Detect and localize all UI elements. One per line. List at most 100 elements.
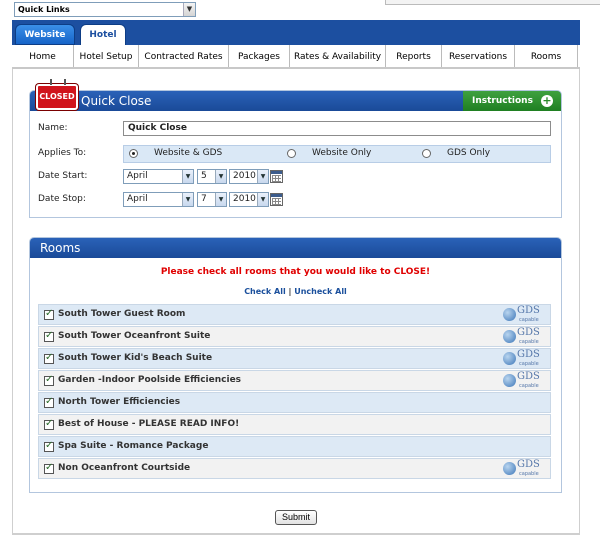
radio-website-gds[interactable] (129, 149, 138, 158)
calendar-icon[interactable] (270, 193, 283, 206)
date-start-year-select[interactable]: 2010 ▼ (229, 169, 269, 184)
room-checkbox[interactable] (44, 396, 54, 408)
calendar-icon-grid (272, 175, 281, 182)
gds-text: GDS (517, 327, 540, 338)
closed-sign-icon: CLOSED (36, 79, 78, 110)
tab-hotel[interactable]: Hotel (80, 24, 126, 45)
plus-icon: + (541, 94, 553, 107)
chevron-down-icon: ▼ (182, 170, 193, 183)
quick-close-panel: CLOSED Quick Close Instructions + Name: … (29, 79, 562, 218)
date-stop-label: Date Stop: (38, 194, 86, 204)
gds-text: GDS (517, 349, 540, 360)
gds-subtext: capable (519, 383, 539, 389)
nav-home[interactable]: Home (12, 45, 74, 67)
nav-hotel-setup[interactable]: Hotel Setup (74, 45, 139, 67)
date-start-label: Date Start: (38, 171, 88, 181)
instructions-button[interactable]: Instructions + (463, 91, 561, 111)
nav-packages[interactable]: Packages (229, 45, 290, 67)
gds-capable-icon: GDS capable (503, 459, 547, 478)
uncheck-all-link[interactable]: Uncheck All (294, 287, 347, 296)
globe-icon (503, 352, 516, 365)
quick-links-select[interactable]: Quick Links ▼ (14, 2, 196, 17)
name-input[interactable]: Quick Close (123, 121, 551, 136)
nav-contracted-rates[interactable]: Contracted Rates (139, 45, 229, 67)
room-row: North Tower Efficiencies (38, 392, 551, 413)
room-checkbox[interactable] (44, 440, 54, 452)
content-left-border (12, 69, 13, 535)
calendar-icon-grid (272, 198, 281, 205)
chevron-down-icon: ▼ (257, 193, 268, 206)
room-label: Non Oceanfront Courtside (58, 463, 191, 473)
quick-links-value: Quick Links (18, 5, 70, 14)
room-checkbox[interactable] (44, 418, 54, 430)
date-start-month-select[interactable]: April ▼ (123, 169, 194, 184)
radio-gds-only[interactable] (422, 149, 431, 158)
room-checkbox[interactable] (44, 308, 54, 320)
chevron-down-icon: ▼ (215, 170, 226, 183)
room-label: Garden -Indoor Poolside Efficiencies (58, 375, 242, 385)
submit-button[interactable]: Submit (275, 510, 317, 525)
date-stop-month-select[interactable]: April ▼ (123, 192, 194, 207)
instructions-label: Instructions (472, 96, 533, 106)
quick-close-header: CLOSED Quick Close Instructions + (30, 79, 561, 111)
check-all-link[interactable]: Check All (244, 287, 286, 296)
check-links-separator: | (288, 287, 292, 296)
room-row: Non Oceanfront Courtside GDScapable (38, 458, 551, 479)
sign-hook (64, 79, 66, 85)
gds-text: GDS (517, 459, 540, 470)
date-stop-day: 7 (201, 194, 207, 204)
quick-close-title: Quick Close (81, 94, 152, 108)
radio-website-only[interactable] (287, 149, 296, 158)
rooms-header: Rooms (30, 238, 561, 258)
room-row: Garden -Indoor Poolside Efficiencies GDSc… (38, 370, 551, 391)
gds-text: GDS (517, 305, 540, 316)
gds-subtext: capable (519, 339, 539, 345)
room-row: South Tower Oceanfront Suite GDScapable (38, 326, 551, 347)
room-checkbox[interactable] (44, 352, 54, 364)
calendar-icon[interactable] (270, 170, 283, 183)
room-label: South Tower Oceanfront Suite (58, 331, 211, 341)
rooms-panel: Rooms Please check all rooms that you wo… (29, 237, 562, 493)
radio-label-website-gds: Website & GDS (154, 148, 223, 158)
nav-reservations[interactable]: Reservations (442, 45, 515, 67)
rooms-instruction-message: Please check all rooms that you would li… (160, 267, 431, 277)
rooms-title: Rooms (40, 241, 81, 255)
room-label: Best of House - PLEASE READ INFO! (58, 419, 240, 429)
room-row: Best of House - PLEASE READ INFO! (38, 414, 551, 435)
date-start-day: 5 (201, 171, 207, 181)
chevron-down-icon: ▼ (215, 193, 226, 206)
date-start-day-select[interactable]: 5 ▼ (197, 169, 227, 184)
tab-website[interactable]: Website (15, 24, 75, 45)
gds-text: GDS (517, 371, 540, 382)
room-checkbox[interactable] (44, 330, 54, 342)
nav-rooms[interactable]: Rooms (515, 45, 578, 67)
content-right-border (579, 69, 580, 535)
gds-subtext: capable (519, 317, 539, 323)
chevron-down-icon: ▼ (257, 170, 268, 183)
gds-capable-icon: GDS capable (503, 327, 547, 346)
chevron-down-icon[interactable]: ▼ (183, 3, 195, 16)
calendar-icon-top (271, 171, 282, 174)
radio-label-gds-only: GDS Only (447, 148, 491, 158)
nav-rates-availability[interactable]: Rates & Availability (290, 45, 386, 67)
check-links: Check All | Uncheck All (30, 287, 561, 296)
room-label: Spa Suite - Romance Package (58, 441, 209, 451)
room-label: South Tower Kid's Beach Suite (58, 353, 213, 363)
sign-hook (50, 79, 52, 85)
date-stop-year-select[interactable]: 2010 ▼ (229, 192, 269, 207)
globe-icon (503, 308, 516, 321)
room-label: North Tower Efficiencies (58, 397, 181, 407)
calendar-icon-top (271, 194, 282, 197)
tab-strip: Website Hotel (12, 20, 580, 45)
globe-icon (503, 330, 516, 343)
room-checkbox[interactable] (44, 462, 54, 474)
date-stop-day-select[interactable]: 7 ▼ (197, 192, 227, 207)
nav-reports[interactable]: Reports (386, 45, 442, 67)
gds-capable-icon: GDS capable (503, 371, 547, 390)
room-checkbox[interactable] (44, 374, 54, 386)
chevron-down-icon: ▼ (182, 193, 193, 206)
date-stop-month: April (127, 194, 148, 204)
applies-to-label: Applies To: (38, 148, 87, 158)
gds-capable-icon: GDS capable (503, 349, 547, 368)
gds-subtext: capable (519, 361, 539, 367)
